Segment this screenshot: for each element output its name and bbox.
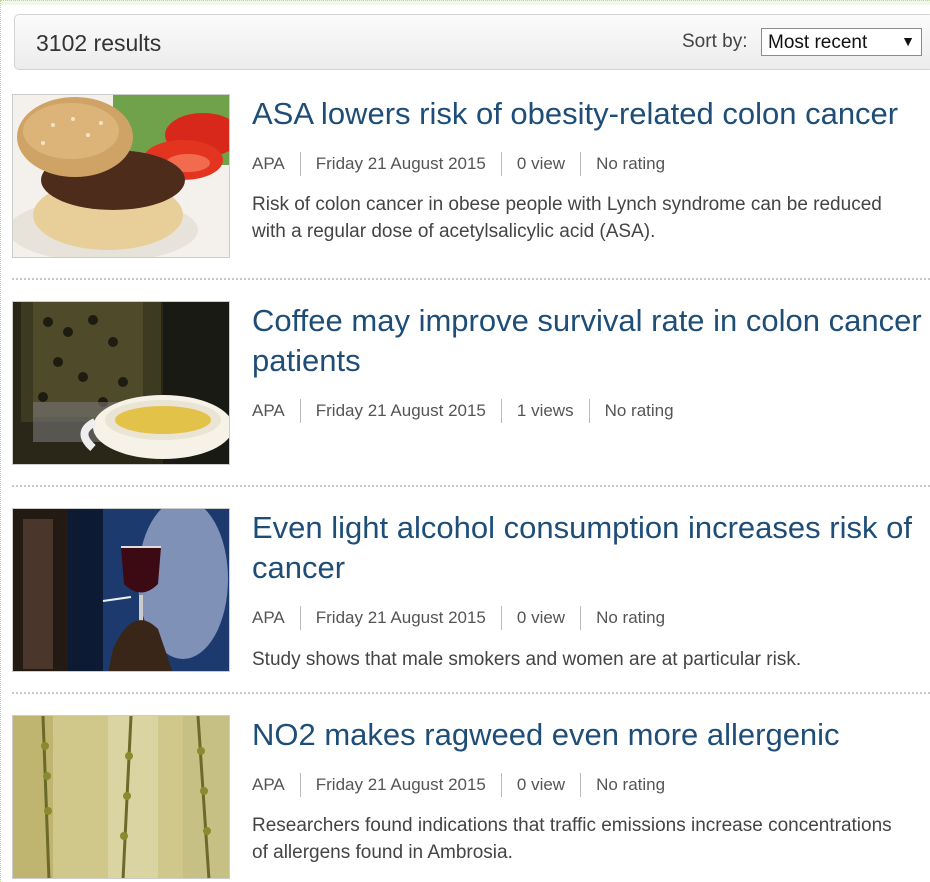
article-item: ASA lowers risk of obesity-related colon… bbox=[12, 94, 930, 264]
page-frame-left bbox=[0, 0, 3, 882]
article-thumbnail[interactable] bbox=[12, 508, 230, 672]
chevron-down-icon: ▼ bbox=[901, 33, 915, 49]
article-divider bbox=[12, 692, 930, 694]
meta-separator bbox=[500, 606, 502, 630]
article-summary: Researchers found indications that traff… bbox=[252, 815, 892, 863]
article-views: 0 view bbox=[516, 775, 566, 794]
page-frame-top bbox=[0, 0, 930, 5]
article-item: NO2 makes ragweed even more allergenic A… bbox=[12, 715, 930, 882]
coffee-photo-icon bbox=[13, 302, 229, 464]
meta-separator bbox=[580, 152, 582, 176]
article-views: 0 view bbox=[516, 154, 566, 173]
meta-separator bbox=[588, 399, 590, 423]
article-source: APA bbox=[252, 154, 285, 173]
sort-select-value: Most recent bbox=[768, 32, 868, 53]
article-summary: Risk of colon cancer in obese people wit… bbox=[252, 194, 882, 242]
meta-separator bbox=[500, 152, 502, 176]
article-date: Friday 21 August 2015 bbox=[315, 775, 486, 794]
article-divider bbox=[12, 278, 930, 280]
meta-separator bbox=[299, 152, 301, 176]
article-title[interactable]: NO2 makes ragweed even more allergenic bbox=[252, 715, 930, 755]
ragweed-photo-icon bbox=[13, 716, 229, 878]
article-source: APA bbox=[252, 608, 285, 627]
article-views: 1 views bbox=[516, 401, 574, 420]
article-meta: APA Friday 21 August 2015 0 view No rati… bbox=[252, 152, 665, 176]
article-rating: No rating bbox=[596, 608, 666, 627]
article-source: APA bbox=[252, 775, 285, 794]
wine-glass-photo-icon bbox=[13, 509, 229, 671]
article-rating: No rating bbox=[596, 154, 666, 173]
meta-separator bbox=[299, 773, 301, 797]
article-meta: APA Friday 21 August 2015 0 view No rati… bbox=[252, 773, 665, 797]
meta-separator bbox=[500, 399, 502, 423]
article-date: Friday 21 August 2015 bbox=[315, 608, 486, 627]
article-thumbnail[interactable] bbox=[12, 94, 230, 258]
article-views: 0 view bbox=[516, 608, 566, 627]
article-thumbnail[interactable] bbox=[12, 715, 230, 879]
results-count: 3102 results bbox=[36, 30, 162, 56]
article-divider bbox=[12, 485, 930, 487]
article-title[interactable]: ASA lowers risk of obesity-related colon… bbox=[252, 94, 930, 134]
meta-separator bbox=[580, 606, 582, 630]
meta-separator bbox=[500, 773, 502, 797]
article-thumbnail[interactable] bbox=[12, 301, 230, 465]
article-title[interactable]: Even light alcohol consumption increases… bbox=[252, 508, 930, 588]
meta-separator bbox=[299, 606, 301, 630]
article-meta: APA Friday 21 August 2015 0 view No rati… bbox=[252, 606, 665, 630]
article-item: Coffee may improve survival rate in colo… bbox=[12, 301, 930, 471]
sort-label: Sort by: bbox=[682, 31, 748, 52]
article-date: Friday 21 August 2015 bbox=[315, 154, 486, 173]
results-header: 3102 results Sort by: Most recent ▼ bbox=[14, 14, 930, 70]
burger-photo-icon bbox=[13, 95, 229, 257]
article-item: Even light alcohol consumption increases… bbox=[12, 508, 930, 678]
article-rating: No rating bbox=[604, 401, 674, 420]
sort-select[interactable]: Most recent ▼ bbox=[761, 28, 922, 56]
meta-separator bbox=[299, 399, 301, 423]
article-summary: Study shows that male smokers and women … bbox=[252, 649, 802, 670]
article-source: APA bbox=[252, 401, 285, 420]
meta-separator bbox=[580, 773, 582, 797]
article-title[interactable]: Coffee may improve survival rate in colo… bbox=[252, 301, 930, 381]
article-rating: No rating bbox=[596, 775, 666, 794]
article-date: Friday 21 August 2015 bbox=[315, 401, 486, 420]
article-meta: APA Friday 21 August 2015 1 views No rat… bbox=[252, 399, 674, 423]
